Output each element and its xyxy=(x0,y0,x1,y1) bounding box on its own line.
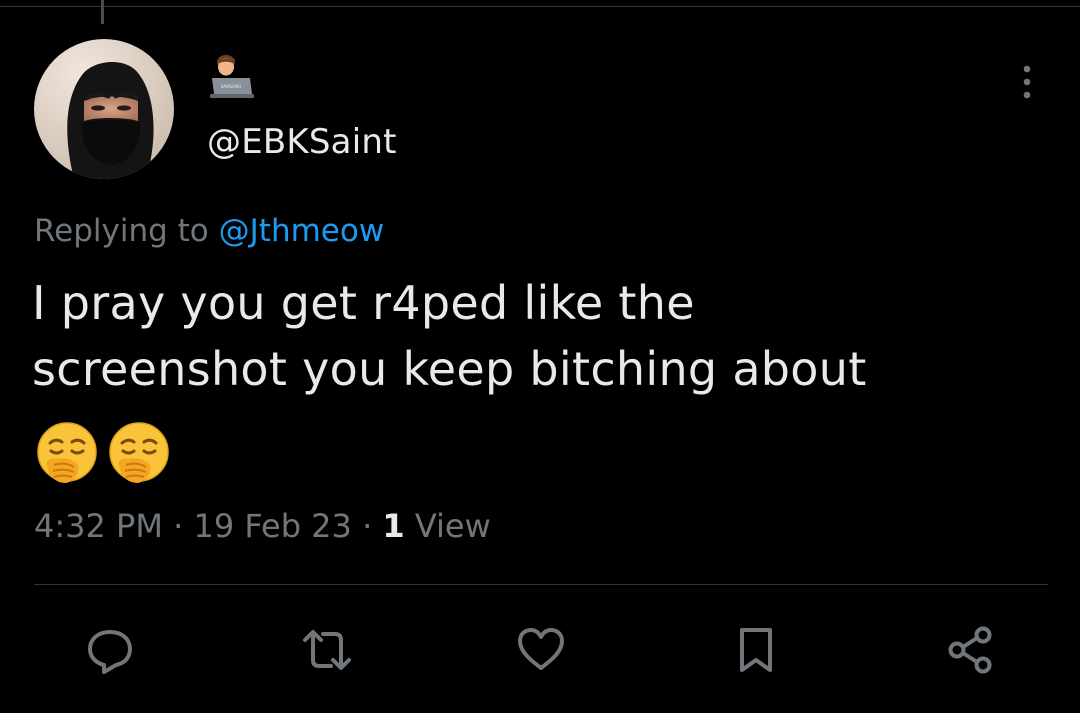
emoji-row xyxy=(34,421,172,487)
avatar-image xyxy=(34,39,174,179)
replying-to-label: Replying to xyxy=(34,213,209,249)
avatar[interactable] xyxy=(34,39,174,179)
replying-to-line: Replying to @Jthmeow xyxy=(34,209,384,253)
vertical-dots-icon xyxy=(1023,65,1031,99)
more-options-button[interactable] xyxy=(1012,63,1042,101)
tweet-meta: 4:32 PM · 19 Feb 23 · 1 View xyxy=(34,503,491,549)
tweet-date[interactable]: 19 Feb 23 xyxy=(193,507,351,545)
like-button[interactable] xyxy=(515,624,567,676)
replying-to-mention[interactable]: @Jthmeow xyxy=(219,213,385,249)
tweet-text-line-1: I pray you get r4ped like the xyxy=(32,276,695,330)
svg-text:SAMSUNG: SAMSUNG xyxy=(221,84,241,89)
views-label: View xyxy=(414,507,491,545)
thread-connector-line xyxy=(101,0,104,24)
reply-icon xyxy=(88,630,132,674)
action-bar-divider xyxy=(34,584,1048,585)
heart-icon xyxy=(518,628,564,670)
meta-separator: · xyxy=(173,507,184,545)
bookmark-icon xyxy=(740,628,772,672)
yawning-face-emoji xyxy=(37,422,97,483)
yawning-face-emoji xyxy=(109,422,169,483)
views-count: 1 xyxy=(382,507,405,545)
tweet-time[interactable]: 4:32 PM xyxy=(34,507,163,545)
share-button[interactable] xyxy=(945,624,997,676)
retweet-icon xyxy=(303,630,351,670)
retweet-button[interactable] xyxy=(301,624,353,676)
person-with-laptop-emoji: SAMSUNG xyxy=(204,52,256,104)
user-handle[interactable]: @EBKSaint xyxy=(207,120,397,164)
bookmark-button[interactable] xyxy=(730,624,782,676)
reply-button[interactable] xyxy=(84,624,136,676)
tweet-text: I pray you get r4ped like the screenshot… xyxy=(32,270,1042,402)
tweet-text-line-2: screenshot you keep bitching about xyxy=(32,342,867,396)
top-divider xyxy=(0,6,1080,7)
share-icon xyxy=(948,626,992,674)
meta-separator: · xyxy=(362,507,373,545)
